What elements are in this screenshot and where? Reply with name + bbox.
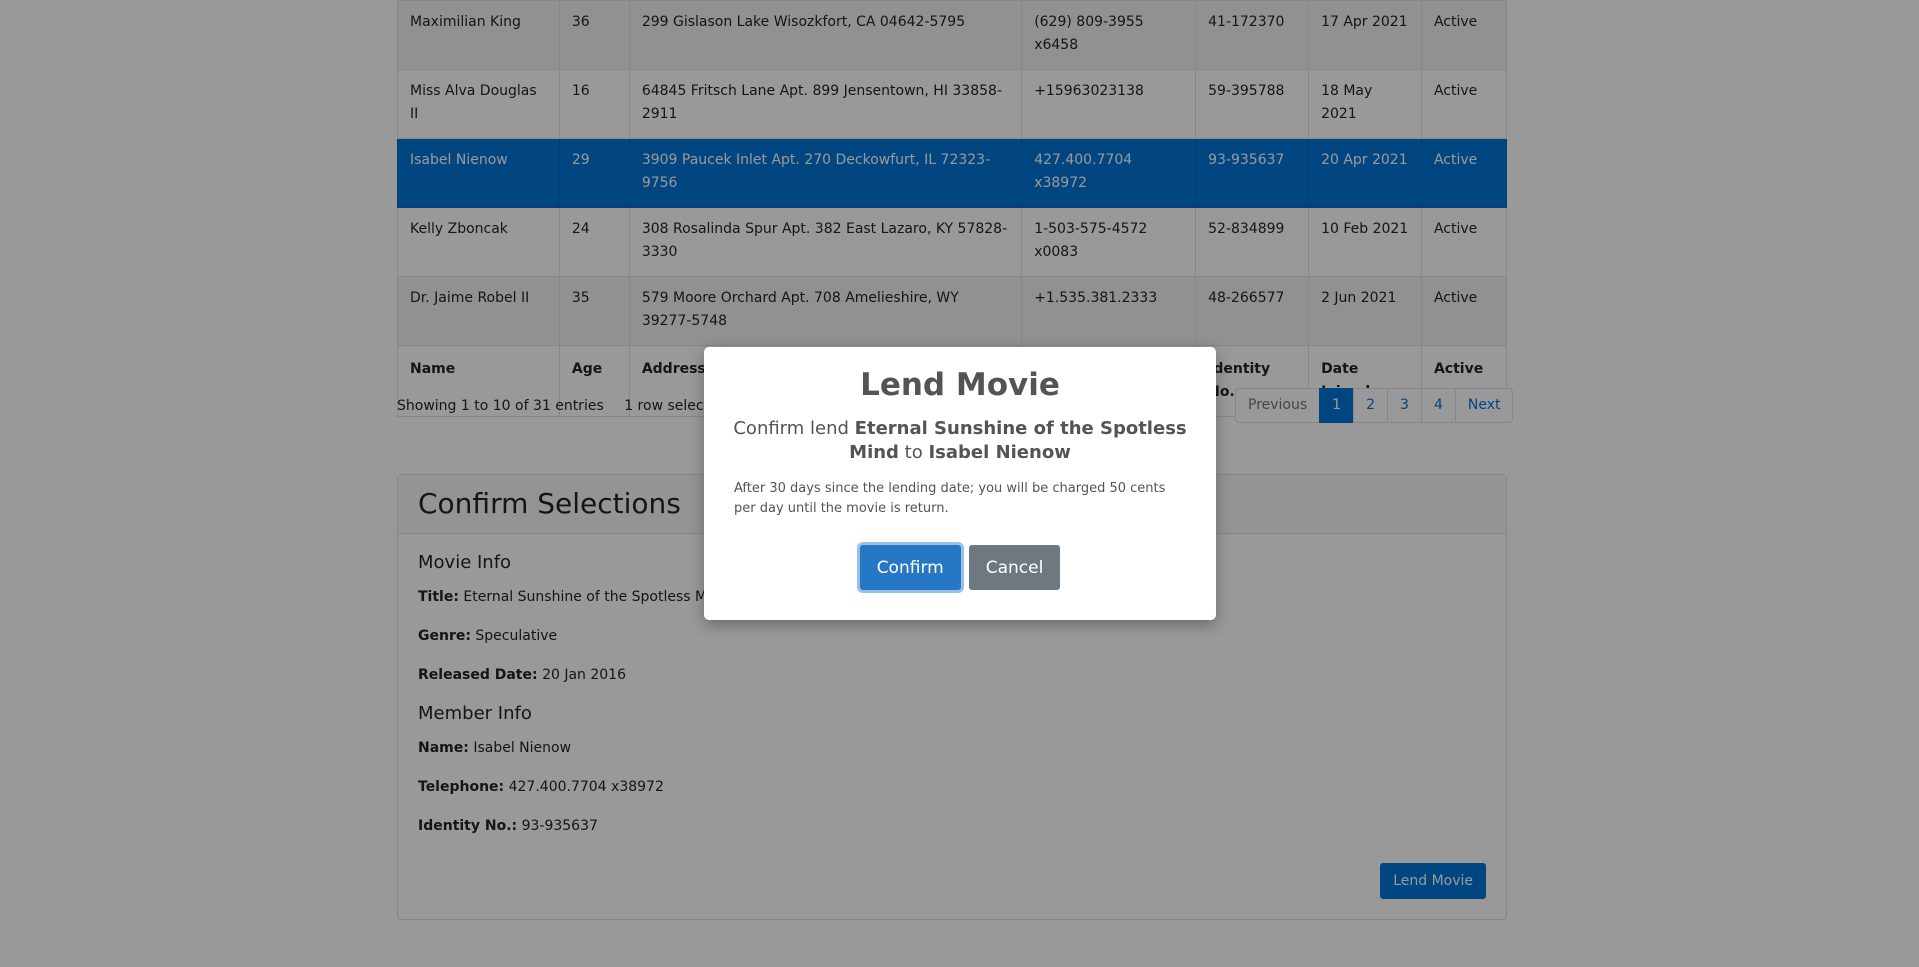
dialog-note: After 30 days since the lending date; yo… bbox=[734, 481, 1166, 516]
question-to: to bbox=[904, 442, 923, 463]
dialog-question: Confirm lend Eternal Sunshine of the Spo… bbox=[724, 417, 1196, 465]
cancel-button[interactable]: Cancel bbox=[968, 545, 1061, 590]
confirm-button[interactable]: Confirm bbox=[859, 545, 961, 590]
dialog-title: Lend Movie bbox=[860, 367, 1060, 403]
lend-movie-dialog: Lend Movie Confirm lend Eternal Sunshine… bbox=[704, 347, 1216, 620]
dialog-actions: Confirm Cancel bbox=[704, 545, 1216, 590]
question-member: Isabel Nienow bbox=[928, 442, 1071, 463]
question-prefix: Confirm lend bbox=[733, 418, 849, 439]
page: Maximilian King 36 299 Gislason Lake Wis… bbox=[0, 0, 1919, 967]
